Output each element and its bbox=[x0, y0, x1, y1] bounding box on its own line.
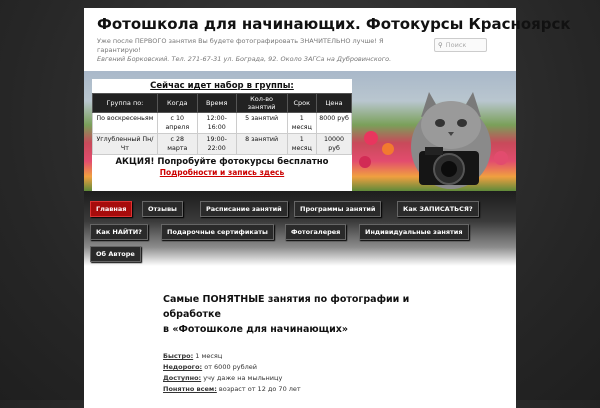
schedule-row: По воскресеньям с 10 апреля 12:00-16:00 … bbox=[92, 112, 352, 134]
benefit-item: Недорого: от 6000 рублей bbox=[163, 362, 503, 373]
headline-line: Самые ПОНЯТНЫЕ занятия по фотографии и bbox=[163, 294, 410, 305]
schedule-header-cell: Время bbox=[196, 93, 237, 113]
search-icon: ⚲ bbox=[438, 41, 443, 49]
schedule-cell: с 10 апреля bbox=[156, 112, 198, 134]
nav-item-schedule[interactable]: Расписание занятий bbox=[200, 201, 288, 217]
schedule-cell: 5 занятий bbox=[235, 112, 288, 134]
nav-item-how-to-find[interactable]: Как НАЙТИ? bbox=[90, 224, 148, 240]
benefit-item: Понятно всем: возраст от 12 до 70 лет bbox=[163, 384, 503, 395]
headline-line: обработке bbox=[163, 309, 221, 320]
main-content: Самые ПОНЯТНЫЕ занятия по фотографии и о… bbox=[163, 292, 503, 395]
schedule-cell: Углубленный Пн/Чт bbox=[92, 133, 158, 155]
benefit-key: Понятно всем: bbox=[163, 385, 217, 393]
benefit-key: Доступно: bbox=[163, 374, 202, 382]
benefit-value: возраст от 12 до 70 лет bbox=[216, 385, 301, 393]
nav-item-programs[interactable]: Программы занятий bbox=[294, 201, 382, 217]
content-headline: Самые ПОНЯТНЫЕ занятия по фотографии и о… bbox=[163, 292, 503, 337]
page-container: Фотошкола для начинающих. Фотокурсы Крас… bbox=[84, 8, 571, 408]
benefit-item: Быстро: 1 месяц bbox=[163, 351, 503, 362]
benefit-value: 1 месяц bbox=[193, 352, 223, 360]
schedule-cell: 10000 руб bbox=[316, 133, 352, 155]
nav-item-individual-lessons[interactable]: Индивидуальные занятия bbox=[359, 224, 469, 240]
nav-item-gift-certificates[interactable]: Подарочные сертификаты bbox=[161, 224, 274, 240]
schedule-title: Сейчас идет набор в группы: bbox=[150, 81, 294, 91]
schedule-cell: с 28 марта bbox=[156, 133, 198, 155]
promo-details-link[interactable]: Подробности и запись здесь bbox=[92, 168, 352, 177]
nav-item-how-to-enroll[interactable]: Как ЗАПИСАТЬСЯ? bbox=[397, 201, 479, 217]
schedule-row: Углубленный Пн/Чт с 28 марта 19:00-22:00… bbox=[92, 133, 352, 155]
cat-with-camera-image bbox=[411, 92, 491, 189]
schedule-cell: 1 месяц bbox=[286, 112, 318, 134]
nav-item-home[interactable]: Главная bbox=[90, 201, 133, 217]
header-banner: Сейчас идет набор в группы: Группа по: К… bbox=[84, 71, 516, 191]
benefit-value: от 6000 рублей bbox=[202, 363, 258, 371]
search-input[interactable]: ⚲ Поиск bbox=[434, 38, 487, 52]
schedule-cell: 8000 руб bbox=[316, 112, 352, 134]
schedule-cell: По воскресеньям bbox=[92, 112, 158, 134]
main-navigation: Главная Отзывы Расписание занятий Програ… bbox=[84, 191, 516, 266]
tagline-line-1: Уже после ПЕРВОГО занятия Вы будете фото… bbox=[97, 37, 384, 54]
search-placeholder: Поиск bbox=[445, 41, 467, 49]
nav-item-reviews[interactable]: Отзывы bbox=[142, 201, 183, 217]
schedule-header-cell: Когда bbox=[156, 93, 198, 113]
benefit-key: Недорого: bbox=[163, 363, 203, 371]
benefit-key: Быстро: bbox=[163, 352, 194, 360]
promo-text: АКЦИЯ! Попробуйте фотокурсы бесплатно bbox=[115, 157, 329, 167]
benefit-value: учу даже на мыльницу bbox=[201, 374, 283, 382]
tagline-line-2: Евгений Борковский. Тел. 271-67-31 ул. Б… bbox=[97, 55, 392, 63]
nav-item-about-author[interactable]: Об Авторе bbox=[90, 246, 141, 262]
schedule-header-cell: Срок bbox=[286, 93, 318, 113]
nav-item-gallery[interactable]: Фотогалерея bbox=[285, 224, 347, 240]
banner-flower bbox=[364, 131, 378, 145]
schedule-table: Группа по: Когда Время Кол-во занятий Ср… bbox=[92, 93, 352, 155]
schedule-cell: 19:00-22:00 bbox=[196, 133, 237, 155]
site-title[interactable]: Фотошкола для начинающих. Фотокурсы Крас… bbox=[97, 15, 571, 33]
site-tagline: Уже после ПЕРВОГО занятия Вы будете фото… bbox=[97, 37, 427, 64]
schedule-panel: Сейчас идет набор в группы: Группа по: К… bbox=[92, 79, 352, 191]
schedule-cell: 1 месяц bbox=[286, 133, 318, 155]
schedule-cell: 12:00-16:00 bbox=[196, 112, 237, 134]
banner-flower bbox=[382, 143, 394, 155]
schedule-header-row: Группа по: Когда Время Кол-во занятий Ср… bbox=[92, 93, 352, 113]
schedule-header-cell: Кол-во занятий bbox=[235, 93, 288, 113]
headline-line: в «Фотошколе для начинающих» bbox=[163, 324, 349, 335]
benefits-list: Быстро: 1 месяц Недорого: от 6000 рублей… bbox=[163, 351, 503, 395]
schedule-header-cell: Цена bbox=[316, 93, 352, 113]
schedule-cell: 8 занятий bbox=[235, 133, 288, 155]
benefit-item: Доступно: учу даже на мыльницу bbox=[163, 373, 503, 384]
banner-flower bbox=[359, 156, 371, 168]
schedule-header-cell: Группа по: bbox=[92, 93, 158, 113]
